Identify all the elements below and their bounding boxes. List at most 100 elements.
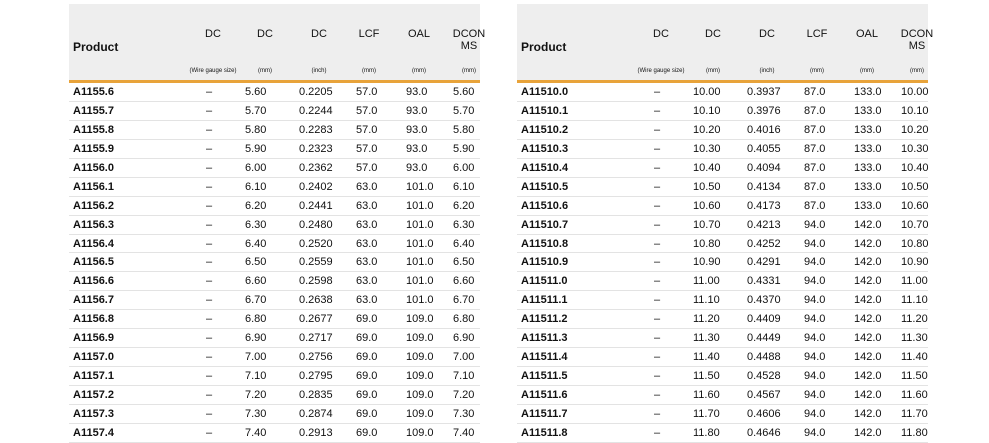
dc-mm-cell: 6.30 (245, 218, 267, 231)
dc-wire-gauge-cell: – (205, 199, 213, 212)
dc-mm-cell: 11.00 (693, 275, 720, 288)
column-unit: (mm) (910, 68, 924, 74)
lcf-cell: 94.0 (804, 426, 826, 439)
table-row: A11510.2 – 10.20 0.4016 87.0 133.0 10.20 (517, 121, 929, 140)
dcon-ms-cell: 10.50 (901, 180, 929, 193)
table-row: A1155.6 – 5.60 0.2205 57.0 93.0 5.60 (69, 83, 480, 102)
product-code-cell: A11510.4 (521, 161, 569, 174)
oal-cell: 142.0 (854, 237, 882, 250)
dcon-ms-cell: 11.80 (901, 426, 928, 439)
dcon-ms-cell: 7.10 (453, 370, 475, 383)
dc-mm-cell: 6.80 (245, 313, 267, 326)
table-header: Product DC (Wire gauge size) DC (mm) DC … (517, 4, 933, 80)
product-code-cell: A1156.8 (73, 313, 114, 326)
column-name: DCON MS (900, 28, 934, 52)
product-code-cell: A11511.8 (521, 426, 568, 439)
dc-inch-cell: 0.2244 (299, 104, 333, 117)
oal-cell: 133.0 (854, 104, 882, 117)
dc-inch-cell: 0.4291 (747, 256, 781, 269)
table-row: A1157.4 – 7.40 0.2913 69.0 109.0 7.40 (69, 424, 480, 443)
product-code-cell: A11511.4 (521, 351, 568, 364)
dc-inch-cell: 0.2717 (299, 332, 333, 345)
dcon-ms-cell: 10.60 (901, 199, 929, 212)
dc-inch-cell: 0.4331 (747, 275, 781, 288)
dcon-ms-cell: 11.60 (901, 389, 928, 401)
lcf-cell: 94.0 (804, 332, 826, 345)
dc-mm-cell: 11.80 (693, 426, 720, 439)
column-name: DC (205, 28, 221, 40)
oal-cell: 142.0 (854, 218, 882, 231)
product-code-cell: A1157.2 (73, 389, 114, 401)
dc-mm-header: DC (mm) (693, 4, 733, 80)
dc-inch-cell: 0.2874 (299, 407, 333, 420)
dc-wire-gauge-cell: – (205, 123, 213, 136)
dc-mm-cell: 6.70 (245, 294, 267, 307)
lcf-header: LCF (mm) (349, 4, 389, 80)
dcon-ms-cell: 7.30 (453, 407, 475, 420)
dc-wire-gauge-cell: – (653, 351, 661, 364)
product-code-cell: A1155.8 (73, 123, 114, 136)
dc-inch-cell: 0.2362 (299, 161, 333, 174)
dc-inch-header: DC (inch) (294, 4, 344, 80)
lcf-cell: 69.0 (356, 426, 378, 439)
dcon-ms-cell: 11.70 (901, 407, 928, 420)
oal-cell: 142.0 (854, 351, 882, 364)
dcon-ms-cell: 6.80 (453, 313, 475, 326)
table-row: A1155.8 – 5.80 0.2283 57.0 93.0 5.80 (69, 121, 480, 140)
oal-cell: 93.0 (406, 161, 428, 174)
dc-mm-cell: 6.60 (245, 275, 267, 288)
dc-wire-gauge-cell: – (205, 104, 213, 117)
lcf-cell: 94.0 (804, 407, 826, 420)
table-row: A1157.0 – 7.00 0.2756 69.0 109.0 7.00 (69, 348, 480, 368)
dc-inch-cell: 0.4567 (747, 389, 781, 401)
oal-cell: 109.0 (406, 313, 434, 326)
dcon-ms-cell: 7.00 (453, 351, 475, 364)
lcf-cell: 63.0 (356, 237, 378, 250)
dcon-ms-cell: 11.40 (901, 351, 928, 364)
product-code-cell: A11510.9 (521, 256, 569, 269)
table-row: A1156.7 – 6.70 0.2638 63.0 101.0 6.70 (69, 291, 480, 311)
dc-inch-cell: 0.2480 (299, 218, 333, 231)
lcf-cell: 63.0 (356, 294, 378, 307)
dc-inch-cell: 0.2913 (299, 426, 333, 439)
dc-wire-gauge-cell: – (205, 237, 213, 250)
lcf-cell: 69.0 (356, 332, 378, 345)
dc-wire-gauge-cell: – (653, 313, 661, 326)
lcf-cell: 94.0 (804, 237, 826, 250)
dc-inch-cell: 0.4449 (747, 332, 781, 345)
column-unit: (inch) (759, 68, 775, 74)
dc-inch-cell: 0.4016 (747, 123, 781, 136)
dc-wire-gauge-cell: – (653, 275, 661, 288)
dc-inch-cell: 0.4606 (747, 407, 781, 420)
table-row: A11511.4 – 11.40 0.4488 94.0 142.0 11.40 (517, 348, 928, 368)
dc-inch-cell: 0.3937 (747, 86, 781, 98)
dc-mm-cell: 10.80 (693, 237, 721, 250)
dc-inch-cell: 0.2677 (299, 313, 333, 326)
lcf-cell: 57.0 (356, 123, 378, 136)
lcf-cell: 94.0 (804, 351, 826, 364)
oal-cell: 109.0 (406, 351, 434, 364)
lcf-cell: 87.0 (804, 142, 826, 155)
product-code-cell: A11510.1 (521, 104, 569, 117)
left-product-table: Product DC (Wire gauge size) DC (mm) DC … (69, 4, 485, 443)
lcf-cell: 94.0 (804, 218, 826, 231)
dc-inch-cell: 0.2835 (299, 389, 333, 401)
dcon-ms-cell: 5.70 (453, 104, 475, 117)
table-row: A11510.1 – 10.10 0.3976 87.0 133.0 10.10 (517, 102, 929, 121)
dcon-ms-cell: 6.10 (453, 180, 475, 193)
table-row: A1156.6 – 6.60 0.2598 63.0 101.0 6.60 (69, 272, 480, 292)
oal-cell: 93.0 (406, 142, 428, 155)
lcf-cell: 63.0 (356, 199, 378, 212)
dc-mm-cell: 5.60 (245, 86, 267, 98)
lcf-cell: 94.0 (804, 313, 826, 326)
lcf-cell: 87.0 (804, 199, 826, 212)
lcf-cell: 63.0 (356, 275, 378, 288)
lcf-cell: 63.0 (356, 180, 378, 193)
product-code-cell: A1155.9 (73, 142, 114, 155)
oal-cell: 142.0 (854, 294, 882, 307)
column-unit: (mm) (706, 68, 720, 74)
dc-mm-cell: 7.10 (245, 370, 267, 383)
dc-wire-gauge-header: DC (Wire gauge size) (173, 4, 253, 80)
product-code-cell: A11510.5 (521, 180, 569, 193)
dc-mm-cell: 11.70 (693, 407, 720, 420)
